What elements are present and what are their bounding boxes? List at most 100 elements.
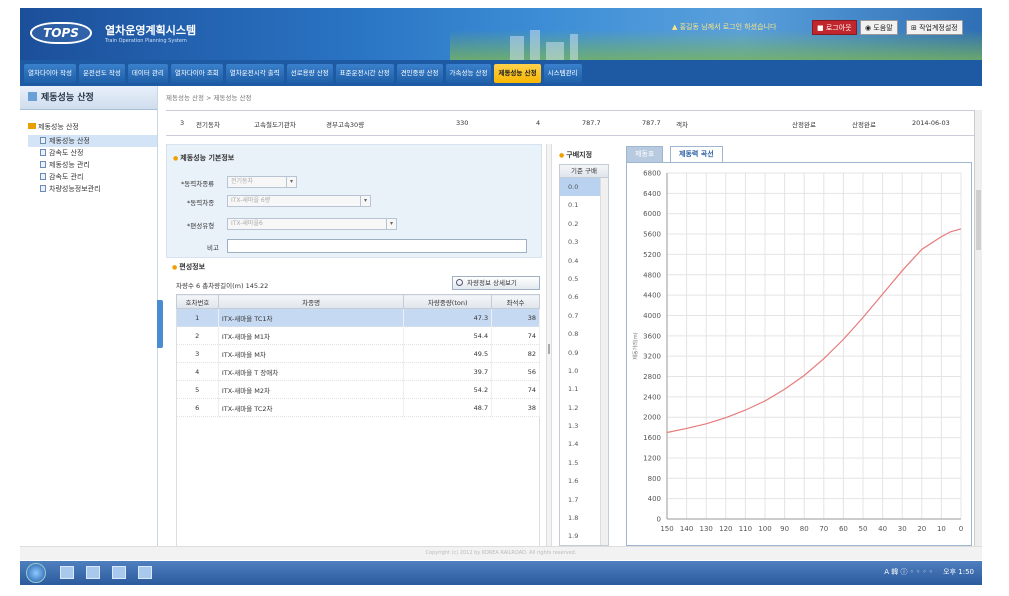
nav-tab[interactable]: 표준운전시간 산정 — [335, 63, 394, 83]
col-car-name[interactable]: 차종명 — [217, 294, 405, 309]
gradient-item[interactable]: 0.4 — [560, 252, 600, 270]
gradient-item[interactable]: 0.8 — [560, 325, 600, 343]
row-status-2: 산정완료 — [852, 121, 876, 129]
gradient-item[interactable]: 1.5 — [560, 454, 600, 472]
nav-tab[interactable]: 시스템관리 — [543, 63, 582, 83]
sidebar-item[interactable]: 감속도 관리 — [28, 171, 157, 183]
taskbar-app-icon[interactable] — [112, 566, 126, 579]
nav-tab[interactable]: 운전선도 작성 — [78, 63, 125, 83]
gradient-item[interactable]: 0.2 — [560, 215, 600, 233]
tray-icons[interactable]: A 韓 ⓘ ◦ ◦ ◦ ◦ — [884, 568, 933, 576]
gradient-item[interactable]: 1.1 — [560, 380, 600, 398]
x-tick-label: 130 — [700, 525, 713, 533]
tab-brake-table[interactable]: 제동표 — [626, 146, 664, 162]
formation-type-select[interactable]: ITX-새마을6 ▾ — [227, 218, 397, 230]
table-row[interactable]: 4 ITX-새마을 T 장애차 39.7 56 — [176, 362, 540, 381]
app-header: TOPS 열차운영계획시스템 Train Operation Planning … — [20, 8, 982, 60]
row-date: 2014-06-03 — [912, 119, 950, 127]
table-cell: 54.4 — [403, 326, 493, 345]
vehicle-detail-button[interactable]: 차량정보 상세보기 — [452, 276, 540, 290]
clock[interactable]: 오후 1:50 — [943, 568, 974, 576]
gradient-item[interactable]: 1.3 — [560, 417, 600, 435]
table-cell: 48.7 — [403, 398, 493, 417]
nav-tab[interactable]: 열차다이아 작성 — [24, 63, 76, 83]
app-subtitle: Train Operation Planning System — [105, 38, 187, 44]
sidebar-item[interactable]: 제동성능 산정 — [28, 135, 157, 147]
copyright-footer: Copyright (c) 2012 by KOREA RAILROAD. Al… — [20, 546, 982, 560]
gradient-item[interactable]: 1.6 — [560, 472, 600, 490]
table-row[interactable]: 5 ITX-새마을 M2차 54.2 74 — [176, 380, 540, 399]
col-car-weight[interactable]: 차량중량(ton) — [403, 294, 493, 309]
gradient-item[interactable]: 0.7 — [560, 307, 600, 325]
row-category: 객차 — [676, 121, 688, 129]
table-row[interactable]: 6 ITX-새마을 TC2차 48.7 38 — [176, 398, 540, 417]
table-cell: 39.7 — [403, 362, 493, 381]
table-cell: ITX-새마을 M2차 — [218, 380, 405, 399]
nav-tab[interactable]: 데이터 관리 — [127, 63, 168, 83]
power-type-select[interactable]: 전기동차 ▾ — [227, 176, 297, 188]
taskbar-window-icon[interactable] — [138, 566, 152, 579]
table-cell: 38 — [491, 308, 540, 327]
nav-tab[interactable]: 선로용량 산정 — [286, 63, 333, 83]
sidebar-collapse-handle[interactable] — [157, 300, 163, 348]
y-tick-label: 4800 — [643, 271, 661, 279]
nav-tab[interactable]: 제동성능 산정 — [494, 63, 541, 83]
gradient-item[interactable]: 0.1 — [560, 196, 600, 214]
gradient-item[interactable]: 1.0 — [560, 362, 600, 380]
y-tick-label: 0 — [657, 516, 661, 524]
gradient-item[interactable]: 0.9 — [560, 344, 600, 362]
nav-tab[interactable]: 열차다이아 조회 — [170, 63, 223, 83]
gradient-item[interactable]: 0.6 — [560, 288, 600, 306]
y-tick-label: 5200 — [643, 251, 661, 259]
taskbar-explorer-icon[interactable] — [60, 566, 74, 579]
gradient-item[interactable]: 0.0 — [560, 178, 600, 197]
nav-tab[interactable]: 가속성능 산정 — [445, 63, 492, 83]
power-model-label: *동력차종 — [187, 199, 215, 207]
note-label: 비고 — [207, 244, 219, 252]
breadcrumb: 제동성능 산정 > 제동성능 산정 — [166, 94, 252, 102]
gradient-item[interactable]: 1.4 — [560, 435, 600, 453]
sidebar-item-label: 제동성능 산정 — [49, 137, 90, 145]
x-tick-label: 40 — [878, 525, 887, 533]
table-cell: 4 — [176, 362, 219, 381]
table-cell: 5 — [176, 380, 219, 399]
page-scrollbar-thumb[interactable] — [976, 190, 981, 250]
basic-info-panel: 제동성능 기본정보 *동력차종류 전기동차 ▾ *동력차종 ITX-새마을 6량 ▾… — [166, 144, 542, 258]
taskbar-browser-icon[interactable] — [86, 566, 100, 579]
table-row[interactable]: 3 ITX-새마을 M차 49.5 82 — [176, 344, 540, 363]
note-input[interactable] — [227, 239, 527, 253]
table-cell: 2 — [176, 326, 219, 345]
table-cell: ITX-새마을 M차 — [218, 344, 405, 363]
table-cell: 54.2 — [403, 380, 493, 399]
y-tick-label: 800 — [648, 475, 661, 483]
sidebar-group[interactable]: 제동성능 산정 — [28, 122, 157, 132]
logout-button[interactable]: ■ 로그아웃 — [812, 20, 857, 35]
table-row[interactable]: 2 ITX-새마을 M1차 54.4 74 — [176, 326, 540, 345]
panel-splitter[interactable] — [546, 144, 552, 546]
col-seats[interactable]: 좌석수 — [491, 294, 540, 309]
gradient-item[interactable]: 0.3 — [560, 233, 600, 251]
col-car-no[interactable]: 호차번호 — [176, 294, 219, 309]
gradient-item[interactable]: 1.9 — [560, 527, 600, 545]
gradient-item[interactable]: 0.5 — [560, 270, 600, 288]
sidebar-item[interactable]: 제동성능 관리 — [28, 159, 157, 171]
tab-brake-curve[interactable]: 제동력 곡선 — [670, 146, 723, 162]
power-model-select[interactable]: ITX-새마을 6량 ▾ — [227, 195, 371, 207]
sidebar-item[interactable]: 차량성능정보관리 — [28, 183, 157, 195]
result-row[interactable]: 3 전기동차 고속철도기관차 경부고속30량 330 4 787.7 787.7… — [166, 110, 974, 136]
gradient-item[interactable]: 1.7 — [560, 491, 600, 509]
y-tick-label: 4000 — [643, 312, 661, 320]
page-scrollbar[interactable] — [974, 110, 982, 546]
nav-tab[interactable]: 열차운전시각 출력 — [225, 63, 284, 83]
gradient-scrollbar[interactable] — [600, 178, 608, 545]
help-button[interactable]: ◉ 도움말 — [860, 20, 898, 35]
x-tick-label: 100 — [758, 525, 771, 533]
account-settings-button[interactable]: ⊞ 작업계정설정 — [906, 20, 963, 35]
gradient-item[interactable]: 1.8 — [560, 509, 600, 527]
sidebar-item[interactable]: 감속도 산정 — [28, 147, 157, 159]
gradient-item[interactable]: 1.2 — [560, 399, 600, 417]
table-row[interactable]: 1 ITX-새마을 TC1차 47.3 38 — [176, 308, 540, 327]
chart-frame: 0 400 800 1200 1600 2000 2400 2800 3200 3600 4000 4… — [626, 162, 972, 546]
nav-tab[interactable]: 견인중량 산정 — [396, 63, 443, 83]
start-button[interactable] — [26, 563, 46, 583]
